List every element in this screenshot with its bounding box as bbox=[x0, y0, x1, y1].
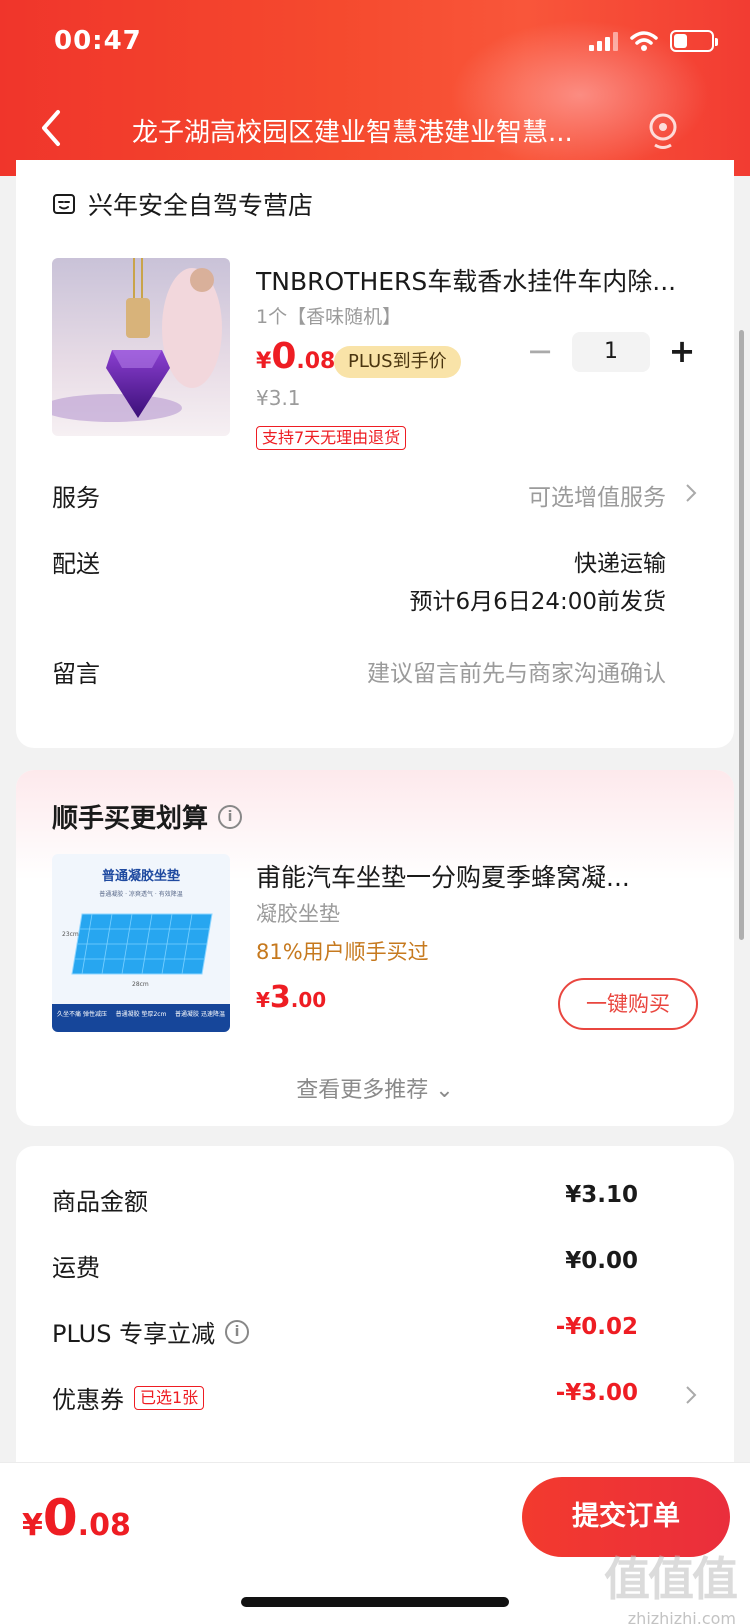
recommend-image[interactable]: 普通凝胶坐垫 普通凝胶 · 凉爽透气 · 有效降温 23cm 28cm 久坐不痛… bbox=[52, 854, 230, 1032]
checkout-bar: ¥ 0 .08 提交订单 值值值 zhizhizhi.com bbox=[0, 1462, 750, 1624]
store-icon bbox=[53, 194, 75, 214]
decrease-quantity-button[interactable]: − bbox=[520, 332, 560, 372]
scrollbar[interactable] bbox=[739, 330, 744, 940]
watermark-text: 值值值 bbox=[604, 1552, 738, 1606]
order-total-decimal: .08 bbox=[77, 1508, 131, 1543]
signal-icon bbox=[589, 31, 618, 51]
product-image[interactable] bbox=[52, 258, 230, 436]
recommend-price-decimal: .00 bbox=[290, 988, 327, 1012]
status-time: 00:47 bbox=[54, 26, 142, 56]
product-price-currency: ¥ bbox=[256, 349, 272, 374]
recommend-item-spec: 凝胶坐垫 bbox=[256, 902, 340, 926]
delivery-label: 配送 bbox=[52, 550, 100, 578]
shipping-label-text: 运费 bbox=[52, 1254, 100, 1282]
service-label: 服务 bbox=[52, 484, 100, 512]
chevron-right-icon[interactable] bbox=[684, 482, 698, 504]
recommend-price-currency: ¥ bbox=[256, 988, 270, 1012]
price-summary-card: 商品金额 ¥3.10 运费 ¥0.00 PLUS 专享立减 i -¥0.02 优… bbox=[16, 1146, 734, 1476]
store-name: 兴年安全自驾专营店 bbox=[88, 191, 314, 220]
location-pin-icon[interactable] bbox=[646, 112, 680, 152]
message-label: 留言 bbox=[52, 660, 100, 688]
recommend-image-width-label: 28cm bbox=[132, 981, 149, 988]
watermark-logo: 值值值 zhizhizhi.com bbox=[596, 1543, 738, 1624]
one-click-buy-button[interactable]: 一键购买 bbox=[558, 978, 698, 1030]
recommend-image-height-label: 23cm bbox=[62, 931, 79, 938]
recommend-image-subtitle: 普通凝胶 · 凉爽透气 · 有效降温 bbox=[99, 890, 182, 898]
product-spec[interactable]: 1个【香味随机】 bbox=[256, 302, 401, 329]
status-icons bbox=[589, 30, 718, 52]
order-total-integer: 0 bbox=[42, 1489, 78, 1547]
plus-discount-value: -¥0.02 bbox=[555, 1314, 638, 1340]
wifi-icon bbox=[630, 31, 658, 51]
recommend-price-integer: 3 bbox=[269, 980, 291, 1015]
coupon-value[interactable]: -¥3.00 bbox=[556, 1380, 638, 1406]
recommend-bought-stat: 81%用户顺手买过 bbox=[256, 940, 429, 964]
info-icon[interactable]: i bbox=[218, 804, 243, 829]
goods-amount-label-text: 商品金额 bbox=[52, 1188, 148, 1216]
order-total-currency: ¥ bbox=[22, 1508, 43, 1543]
original-price: ¥3.1 bbox=[256, 386, 301, 410]
quantity-stepper: − 1 + bbox=[520, 332, 702, 372]
recommend-item-name[interactable]: 甫能汽车坐垫一分购夏季蜂窝凝... bbox=[256, 858, 696, 894]
return-policy-tag: 支持7天无理由退货 bbox=[256, 426, 407, 450]
service-value[interactable]: 可选增值服务 bbox=[528, 478, 666, 512]
recommend-price: ¥ 3 .00 bbox=[256, 980, 326, 1015]
back-arrow-icon[interactable] bbox=[36, 108, 66, 148]
store-header[interactable]: 兴年安全自驾专营店 bbox=[52, 186, 313, 222]
info-icon[interactable]: i bbox=[225, 1319, 250, 1344]
plus-price-badge: PLUS到手价 bbox=[334, 346, 461, 378]
increase-quantity-button[interactable]: + bbox=[662, 332, 702, 372]
coupon-selected-tag: 已选1张 bbox=[134, 1385, 205, 1410]
battery-icon bbox=[670, 30, 718, 52]
coupon-label[interactable]: 优惠券 已选1张 bbox=[52, 1380, 205, 1415]
recommend-image-title: 普通凝胶坐垫 bbox=[102, 868, 180, 884]
chevron-right-icon[interactable] bbox=[684, 1384, 698, 1406]
delivery-eta: 预计6月6日24:00前发货 bbox=[409, 589, 666, 615]
coupon-label-text: 优惠券 bbox=[52, 1386, 124, 1414]
goods-amount-value: ¥3.10 bbox=[565, 1182, 638, 1208]
watermark-url: zhizhizhi.com bbox=[627, 1609, 736, 1624]
recommend-title-text: 顺手买更划算 bbox=[52, 804, 209, 834]
product-price-decimal: .08 bbox=[296, 349, 336, 374]
plus-discount-label: PLUS 专享立减 i bbox=[52, 1314, 250, 1349]
address-title[interactable]: 龙子湖高校园区建业智慧港建业智慧... bbox=[132, 112, 622, 149]
product-price-integer: 0 bbox=[271, 336, 297, 377]
recommend-title: 顺手买更划算 i bbox=[52, 798, 243, 835]
header-bar: 00:47 龙子湖高校园区建业智慧港建业智慧... bbox=[0, 0, 750, 176]
message-input[interactable]: 建议留言前先与商家沟通确认 bbox=[367, 654, 666, 688]
product-title[interactable]: TNBROTHERS车载香水挂件车内除... bbox=[256, 262, 696, 298]
home-indicator[interactable] bbox=[241, 1597, 509, 1607]
recommend-image-feature-1: 久坐不痛 弹性减压 bbox=[57, 1010, 107, 1018]
delivery-method: 快递运输 bbox=[574, 551, 666, 577]
quantity-value[interactable]: 1 bbox=[572, 332, 650, 372]
goods-amount-label: 商品金额 bbox=[52, 1182, 148, 1217]
shipping-value: ¥0.00 bbox=[565, 1248, 638, 1274]
recommend-image-feature-3: 普通凝胶 迅速降温 bbox=[175, 1010, 225, 1018]
recommend-card: 顺手买更划算 i 普通凝胶坐垫 普通凝胶 · 凉爽透气 · 有效降温 23cm … bbox=[16, 770, 734, 1126]
product-card: 兴年安全自驾专营店 TNBROTHERS车载香水挂件车内除... 1个【香味随机 bbox=[16, 160, 734, 748]
order-total: ¥ 0 .08 bbox=[22, 1489, 131, 1547]
product-price: ¥ 0 .08 bbox=[256, 336, 335, 377]
shipping-label: 运费 bbox=[52, 1248, 100, 1283]
recommend-image-feature-2: 普通凝胶 垫厚2cm bbox=[116, 1010, 167, 1018]
plus-discount-label-text: PLUS 专享立减 bbox=[52, 1320, 216, 1348]
more-recommendations-link[interactable]: 查看更多推荐 ⌄ bbox=[16, 1072, 734, 1104]
